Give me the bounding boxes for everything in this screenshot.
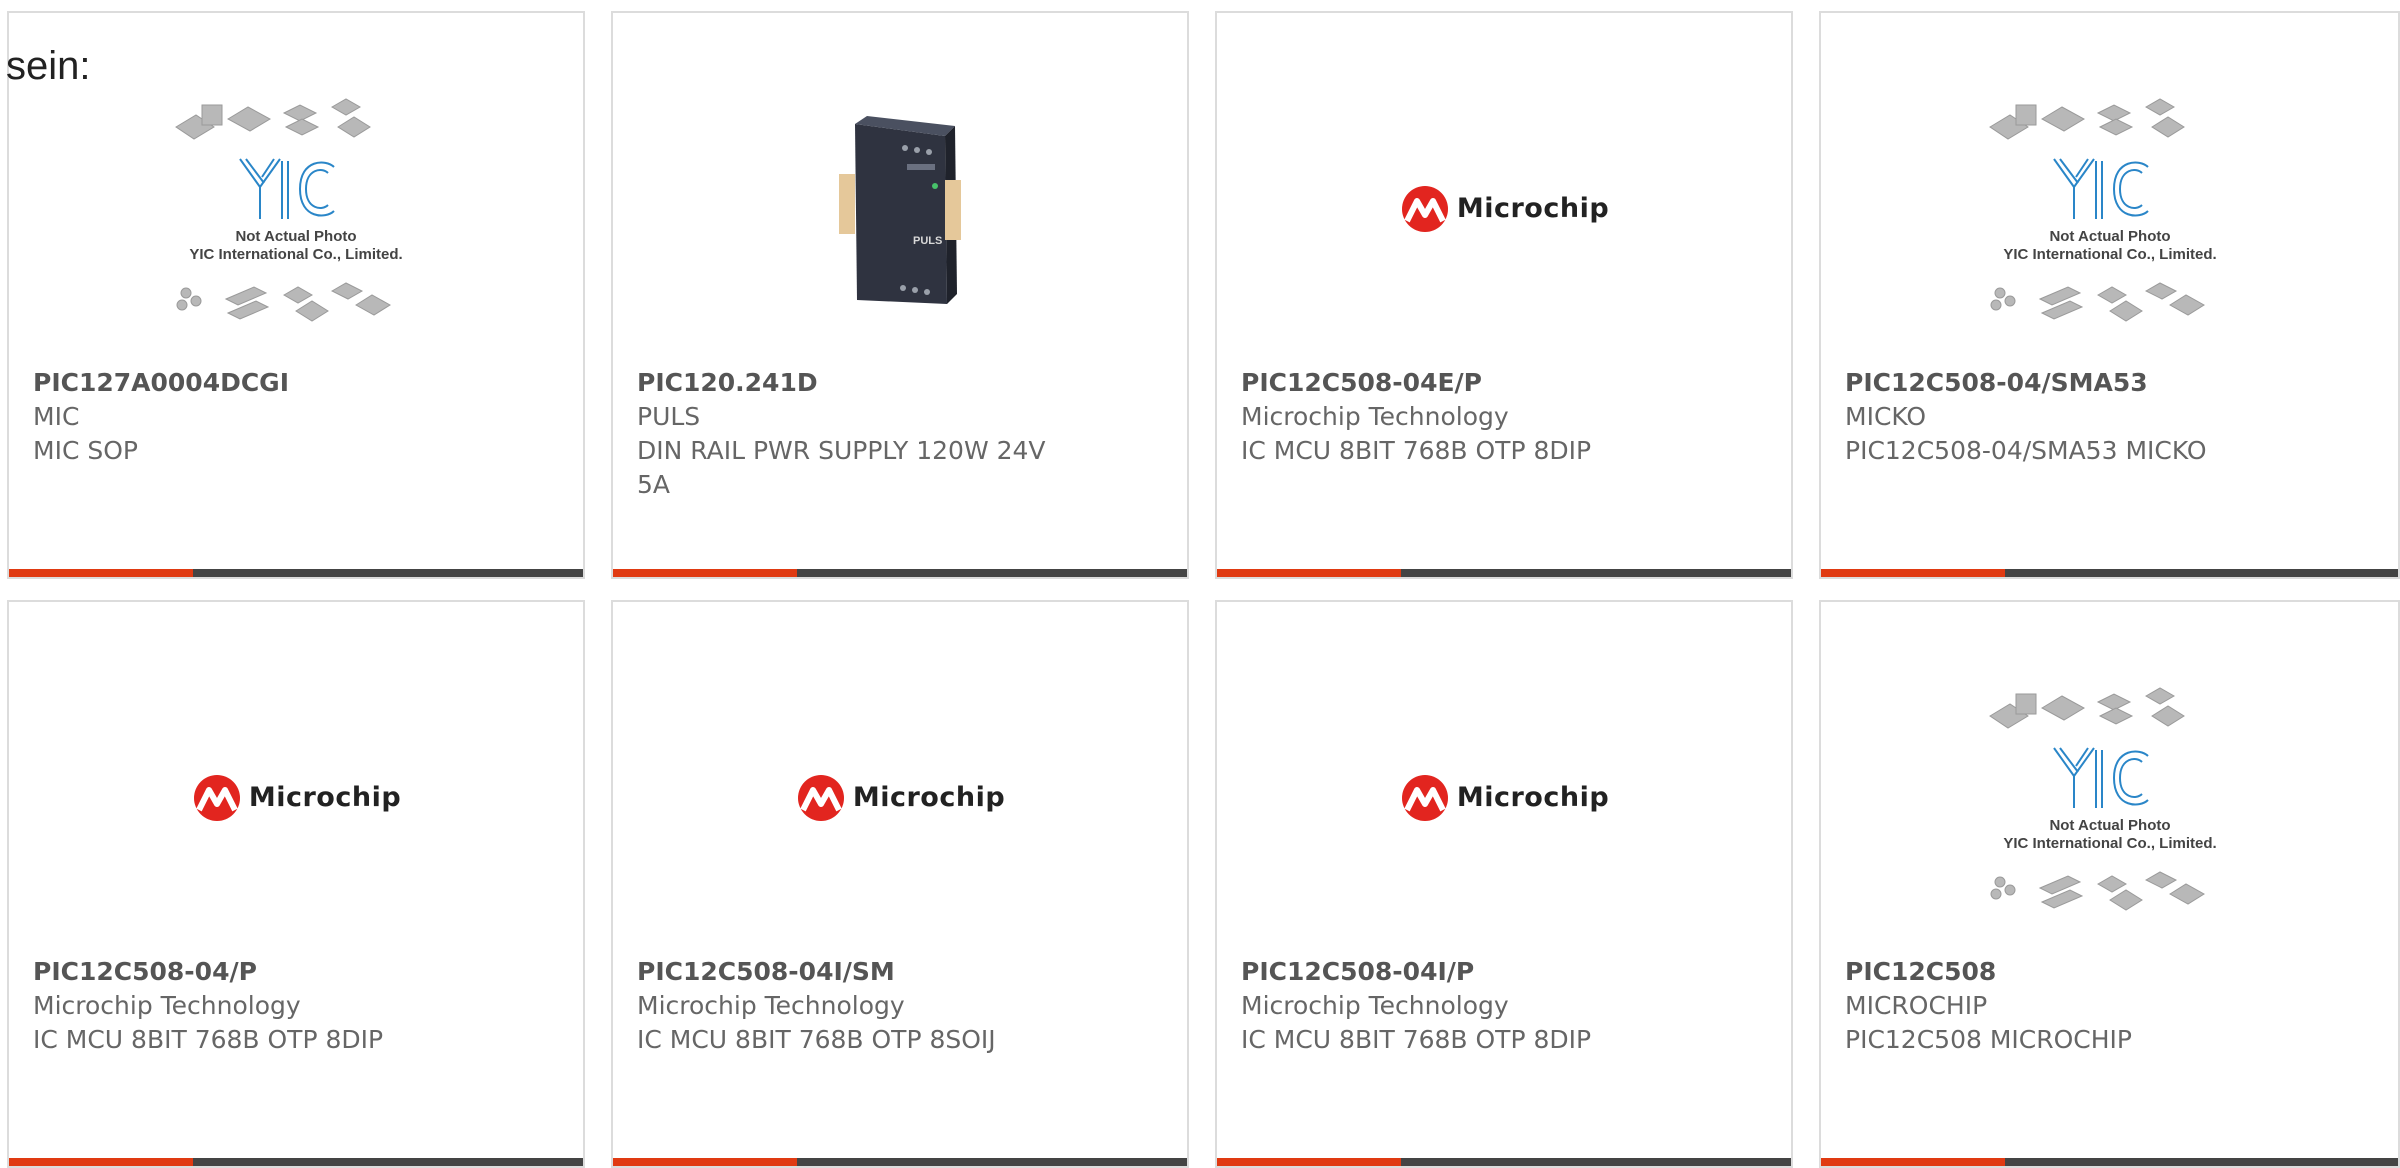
part-number-link[interactable]: PIC12C508-04I/P — [1241, 955, 1767, 989]
product-card[interactable]: Microchip PIC12C508-04E/P Microchip Tech… — [1215, 11, 1793, 579]
card-accent-bar — [613, 1158, 1187, 1166]
description: PIC12C508 MICROCHIP — [1845, 1025, 2132, 1054]
svg-text:YIC International Co., Limited: YIC International Co., Limited. — [2003, 835, 2216, 852]
product-image: Microchip — [1217, 61, 1791, 356]
microchip-logo-icon — [1401, 185, 1448, 232]
description: MIC SOP — [33, 436, 138, 465]
product-image: Not Actual Photo YIC International Co., … — [9, 61, 583, 356]
part-number-link[interactable]: PIC120.241D — [637, 366, 1163, 400]
svg-text:YIC International Co., Limited: YIC International Co., Limited. — [189, 246, 402, 263]
power-supply-icon: PULS — [795, 103, 1005, 314]
yic-placeholder-icon: Not Actual Photo YIC International Co., … — [1988, 97, 2216, 322]
part-number-link[interactable]: PIC12C508-04I/SM — [637, 955, 1163, 989]
card-accent-bar — [9, 569, 583, 577]
manufacturer: PULS — [637, 402, 701, 431]
product-image: Microchip — [1217, 650, 1791, 945]
yic-placeholder-icon: Not Actual Photo YIC International Co., … — [1988, 686, 2216, 911]
manufacturer: Microchip Technology — [1241, 402, 1509, 431]
product-info: PIC12C508-04I/P Microchip Technology IC … — [1241, 955, 1767, 1057]
card-accent-bar — [1217, 569, 1791, 577]
svg-text:Not Actual Photo: Not Actual Photo — [235, 228, 356, 245]
description: DIN RAIL PWR SUPPLY 120W 24V 5A — [637, 436, 1046, 499]
product-card[interactable]: PULS PIC120.241D PULS DIN RAIL PWR SUPPL… — [611, 11, 1189, 579]
part-number-link[interactable]: PIC12C508-04E/P — [1241, 366, 1767, 400]
card-accent-bar — [9, 1158, 583, 1166]
card-accent-bar — [1821, 1158, 2398, 1166]
product-image: Not Actual Photo YIC International Co., … — [1821, 61, 2398, 356]
manufacturer: Microchip Technology — [637, 991, 905, 1020]
product-info: PIC127A0004DCGI MIC MIC SOP — [33, 366, 559, 468]
product-image: Microchip — [9, 650, 583, 945]
microchip-logo-icon — [193, 774, 240, 821]
description: IC MCU 8BIT 768B OTP 8SOIJ — [637, 1025, 996, 1054]
prefix-text: sein: — [6, 44, 91, 88]
part-number-link[interactable]: PIC12C508-04/SMA53 — [1845, 366, 2374, 400]
manufacturer: MICROCHIP — [1845, 991, 1988, 1020]
description: PIC12C508-04/SMA53 MICKO — [1845, 436, 2207, 465]
product-card[interactable]: Microchip PIC12C508-04I/P Microchip Tech… — [1215, 600, 1793, 1168]
manufacturer: MICKO — [1845, 402, 1927, 431]
product-info: PIC12C508-04I/SM Microchip Technology IC… — [637, 955, 1163, 1057]
microchip-logo-icon — [1401, 774, 1448, 821]
card-accent-bar — [613, 569, 1187, 577]
svg-text:YIC International Co., Limited: YIC International Co., Limited. — [2003, 246, 2216, 263]
product-info: PIC12C508 MICROCHIP PIC12C508 MICROCHIP — [1845, 955, 2374, 1057]
svg-text:Not Actual Photo: Not Actual Photo — [2049, 817, 2170, 834]
product-info: PIC12C508-04E/P Microchip Technology IC … — [1241, 366, 1767, 468]
microchip-logo: Microchip — [1399, 185, 1609, 233]
product-card[interactable]: Not Actual Photo YIC International Co., … — [1819, 11, 2400, 579]
part-number-link[interactable]: PIC127A0004DCGI — [33, 366, 559, 400]
product-info: PIC12C508-04/P Microchip Technology IC M… — [33, 955, 559, 1057]
product-card[interactable]: Not Actual Photo YIC International Co., … — [1819, 600, 2400, 1168]
product-image: Not Actual Photo YIC International Co., … — [1821, 650, 2398, 945]
microchip-logo: Microchip — [191, 774, 401, 822]
svg-text:PULS: PULS — [913, 235, 942, 247]
product-info: PIC120.241D PULS DIN RAIL PWR SUPPLY 120… — [637, 366, 1163, 502]
microchip-logo: Microchip — [795, 774, 1005, 822]
product-card[interactable]: Microchip PIC12C508-04/P Microchip Techn… — [7, 600, 585, 1168]
part-number-link[interactable]: PIC12C508-04/P — [33, 955, 559, 989]
manufacturer: Microchip Technology — [1241, 991, 1509, 1020]
product-card[interactable]: Microchip PIC12C508-04I/SM Microchip Tec… — [611, 600, 1189, 1168]
product-image: PULS — [613, 61, 1187, 356]
svg-text:Not Actual Photo: Not Actual Photo — [2049, 228, 2170, 245]
card-accent-bar — [1821, 569, 2398, 577]
product-image: Microchip — [613, 650, 1187, 945]
yic-placeholder-icon: Not Actual Photo YIC International Co., … — [175, 97, 403, 322]
product-info: PIC12C508-04/SMA53 MICKO PIC12C508-04/SM… — [1845, 366, 2374, 468]
card-accent-bar — [1217, 1158, 1791, 1166]
part-number-link[interactable]: PIC12C508 — [1845, 955, 2374, 989]
product-grid: Not Actual Photo YIC International Co., … — [0, 0, 2400, 1168]
description: IC MCU 8BIT 768B OTP 8DIP — [1241, 1025, 1592, 1054]
microchip-logo: Microchip — [1399, 774, 1609, 822]
description: IC MCU 8BIT 768B OTP 8DIP — [33, 1025, 384, 1054]
product-card[interactable]: Not Actual Photo YIC International Co., … — [7, 11, 585, 579]
microchip-logo-icon — [797, 774, 844, 821]
manufacturer: MIC — [33, 402, 80, 431]
description: IC MCU 8BIT 768B OTP 8DIP — [1241, 436, 1592, 465]
manufacturer: Microchip Technology — [33, 991, 301, 1020]
